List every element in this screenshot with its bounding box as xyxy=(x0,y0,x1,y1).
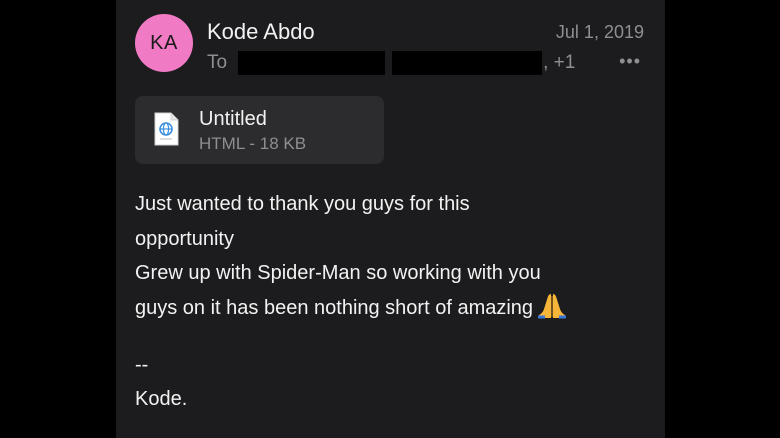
message-line: Just wanted to thank you guys for this xyxy=(135,193,470,215)
more-options-icon[interactable]: ••• xyxy=(619,50,641,72)
html-file-icon xyxy=(154,112,179,146)
message-line: Grew up with Spider-Man so working with … xyxy=(135,262,541,284)
message-line-with-emoji: guys on it has been nothing short of ama… xyxy=(135,291,655,326)
message-body: Just wanted to thank you guys for this o… xyxy=(135,187,655,325)
signature-separator: -- xyxy=(135,354,149,376)
redacted-recipient xyxy=(238,51,386,75)
attachment-card[interactable]: Untitled HTML - 18 KB xyxy=(135,96,384,164)
recipients-extra-count[interactable]: , +1 xyxy=(543,52,575,74)
attachment-name: Untitled xyxy=(199,108,267,130)
recipients-row[interactable]: To , +1 xyxy=(207,50,575,76)
avatar[interactable]: KA xyxy=(135,14,193,72)
sender-name[interactable]: Kode Abdo xyxy=(207,18,315,46)
message-line: guys on it has been nothing short of ama… xyxy=(135,296,534,319)
email-view: KA Kode Abdo Jul 1, 2019 To , +1 ••• Unt… xyxy=(116,0,665,438)
folded-hands-emoji xyxy=(538,293,567,318)
avatar-initials: KA xyxy=(150,31,178,54)
message-line: opportunity xyxy=(135,227,234,250)
signature: -- Kode. xyxy=(135,348,187,416)
email-date: Jul 1, 2019 xyxy=(555,22,644,42)
redacted-recipient xyxy=(392,51,543,75)
to-label: To xyxy=(207,52,228,73)
attachment-meta: HTML - 18 KB xyxy=(199,134,307,153)
signature-name: Kode. xyxy=(135,388,188,410)
